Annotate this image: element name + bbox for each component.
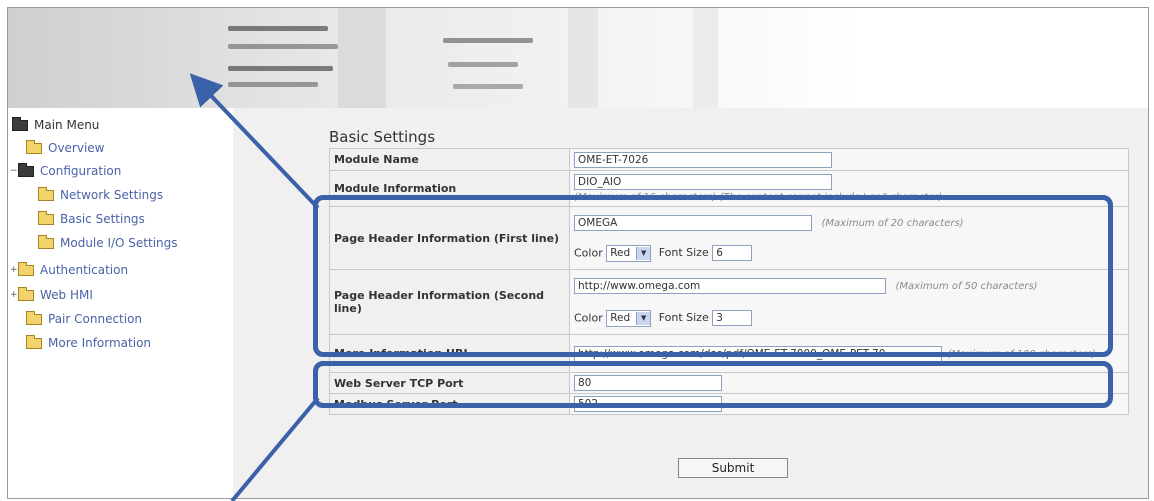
header-first-line-input[interactable]: OMEGA bbox=[574, 214, 812, 231]
font-size-input[interactable]: 3 bbox=[712, 310, 753, 326]
chevron-down-icon[interactable]: ▼ bbox=[636, 311, 651, 325]
menu-item-web-hmi[interactable]: + Web HMI bbox=[10, 286, 93, 302]
row-label: Web Server TCP Port bbox=[329, 372, 570, 394]
hint-text: (Maximum of 100 characters) bbox=[947, 348, 1096, 360]
table-row: Modbus Server Port 502 bbox=[329, 393, 1129, 415]
menu-item-overview[interactable]: Overview bbox=[26, 139, 105, 155]
content-panel: Basic Settings Module Name OME-ET-7026 M… bbox=[233, 108, 1148, 498]
page-title: Basic Settings bbox=[329, 128, 436, 146]
hint-text: (Maximum of 16 characters) (The content … bbox=[574, 192, 943, 203]
menu-item-label: Main Menu bbox=[34, 118, 100, 132]
menu-item-label: Network Settings bbox=[60, 188, 164, 202]
settings-table: Module Name OME-ET-7026 Module Informati… bbox=[329, 148, 1129, 415]
menu-item-label: Overview bbox=[48, 141, 105, 155]
table-row: Module Name OME-ET-7026 bbox=[329, 148, 1129, 171]
row-label: Modbus Server Port bbox=[329, 393, 570, 415]
table-row: Web Server TCP Port 80 bbox=[329, 372, 1129, 394]
main-menu-tree: Main Menu Overview − Configuration Netwo… bbox=[8, 108, 234, 498]
folder-icon bbox=[18, 286, 34, 301]
folder-icon bbox=[38, 186, 54, 201]
color-select[interactable]: Red ▼ bbox=[606, 309, 652, 327]
row-label: Page Header Information (Second line) bbox=[329, 269, 570, 335]
submit-button[interactable]: Submit bbox=[678, 458, 788, 478]
folder-icon bbox=[38, 234, 54, 249]
row-label: Module Name bbox=[329, 148, 570, 171]
row-label: Module Information bbox=[329, 170, 570, 207]
menu-item-pair-connection[interactable]: Pair Connection bbox=[26, 310, 143, 326]
menu-item-main-menu[interactable]: Main Menu bbox=[12, 116, 100, 132]
menu-item-more-information[interactable]: More Information bbox=[26, 334, 152, 350]
menu-item-basic-settings[interactable]: Basic Settings bbox=[38, 210, 145, 226]
color-select[interactable]: Red ▼ bbox=[606, 244, 652, 262]
hint-text: (Maximum of 50 characters) bbox=[895, 280, 1038, 292]
row-label: Page Header Information (First line) bbox=[329, 206, 570, 270]
menu-item-authentication[interactable]: + Authentication bbox=[10, 261, 129, 277]
menu-item-label: Configuration bbox=[40, 164, 122, 178]
row-value: OMEGA (Maximum of 20 characters) Color R… bbox=[569, 206, 1129, 270]
folder-open-icon bbox=[18, 162, 34, 177]
expand-icon[interactable]: + bbox=[10, 265, 18, 275]
menu-item-label: Module I/O Settings bbox=[60, 236, 178, 250]
more-information-url-input[interactable]: http://www.omega.com/das/pdf/OME-ET-7000… bbox=[574, 345, 942, 362]
table-row: Module Information DIO_AIO (Maximum of 1… bbox=[329, 170, 1129, 207]
menu-item-label: Basic Settings bbox=[60, 212, 145, 226]
row-value: DIO_AIO (Maximum of 16 characters) (The … bbox=[569, 170, 1129, 207]
menu-item-network-settings[interactable]: Network Settings bbox=[38, 186, 164, 202]
header-second-line-input[interactable]: http://www.omega.com bbox=[574, 277, 886, 294]
row-label: More Information URL bbox=[329, 334, 570, 373]
table-row: More Information URL http://www.omega.co… bbox=[329, 334, 1129, 373]
menu-item-label: More Information bbox=[48, 336, 152, 350]
folder-icon bbox=[26, 139, 42, 154]
select-value: Red bbox=[610, 312, 631, 324]
folder-icon bbox=[26, 310, 42, 325]
row-value: 502 bbox=[569, 393, 1129, 415]
row-value: 80 bbox=[569, 372, 1129, 394]
color-label: Color bbox=[574, 246, 603, 259]
expand-icon[interactable]: + bbox=[10, 290, 18, 300]
app-frame: Main Menu Overview − Configuration Netwo… bbox=[7, 7, 1149, 499]
folder-icon bbox=[26, 334, 42, 349]
folder-icon bbox=[38, 210, 54, 225]
font-size-input[interactable]: 6 bbox=[712, 245, 753, 261]
hint-text: (Maximum of 20 characters) bbox=[821, 217, 964, 229]
menu-item-configuration[interactable]: − Configuration bbox=[10, 162, 122, 178]
folder-icon bbox=[18, 261, 34, 276]
color-label: Color bbox=[574, 311, 603, 324]
table-row: Page Header Information (First line) OME… bbox=[329, 206, 1129, 270]
folder-open-icon bbox=[12, 116, 28, 131]
menu-item-module-io-settings[interactable]: Module I/O Settings bbox=[38, 234, 178, 250]
module-name-input[interactable]: OME-ET-7026 bbox=[574, 151, 832, 168]
font-size-label: Font Size bbox=[658, 246, 709, 259]
chevron-down-icon[interactable]: ▼ bbox=[636, 246, 651, 260]
row-value: OME-ET-7026 bbox=[569, 148, 1129, 171]
font-size-label: Font Size bbox=[658, 311, 709, 324]
table-row: Page Header Information (Second line) ht… bbox=[329, 269, 1129, 335]
select-value: Red bbox=[610, 247, 631, 259]
row-value: http://www.omega.com (Maximum of 50 char… bbox=[569, 269, 1129, 335]
menu-item-label: Pair Connection bbox=[48, 312, 143, 326]
module-information-input[interactable]: DIO_AIO bbox=[574, 174, 832, 190]
web-server-port-input[interactable]: 80 bbox=[574, 375, 722, 391]
row-value: http://www.omega.com/das/pdf/OME-ET-7000… bbox=[569, 334, 1129, 373]
collapse-icon[interactable]: − bbox=[10, 166, 18, 176]
modbus-server-port-input[interactable]: 502 bbox=[574, 396, 722, 412]
menu-item-label: Web HMI bbox=[40, 288, 93, 302]
menu-item-label: Authentication bbox=[40, 263, 129, 277]
page-header-banner bbox=[8, 8, 1148, 108]
